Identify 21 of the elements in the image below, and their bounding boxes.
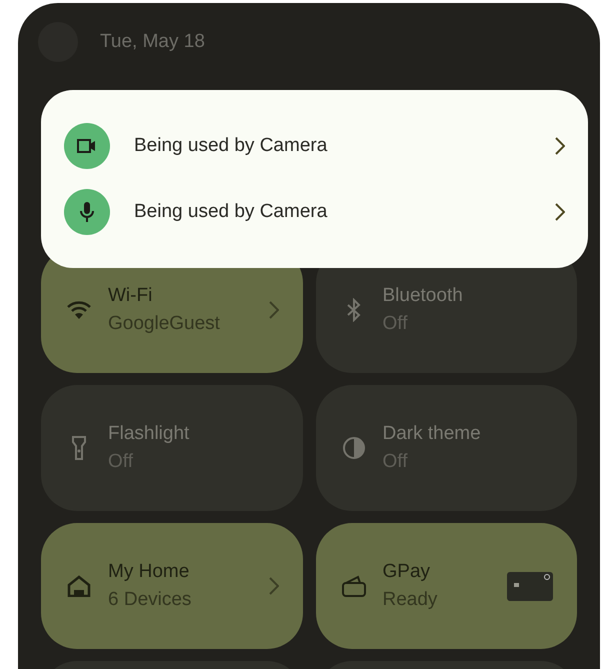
item-label: Being used by Camera [134,200,328,224]
privacy-item[interactable]: Being used by Camera [64,184,565,240]
date-text: Tue, May 18 [100,30,205,54]
tile-label: Bluetooth [382,284,464,308]
flashlight-icon [71,435,87,461]
chevron-right-icon [555,203,565,221]
wallet-icon [340,575,366,597]
privacy-item[interactable]: Being used by Camera [64,118,565,174]
wifi-icon [66,300,92,320]
tile-label: GPay [382,560,432,584]
tile-label: My Home [108,560,190,584]
tile-label: Wi-Fi [108,284,154,308]
tile-label: Flashlight [108,422,190,446]
item-label: Being used by Camera [134,134,328,158]
video-camera-icon [77,138,97,154]
microphone-icon [79,201,95,223]
tile-label: Dark theme [382,422,482,446]
bluetooth-icon [346,298,362,322]
chevron-right-icon [555,137,565,155]
half-circle-icon [342,436,366,460]
home-icon [67,575,91,597]
